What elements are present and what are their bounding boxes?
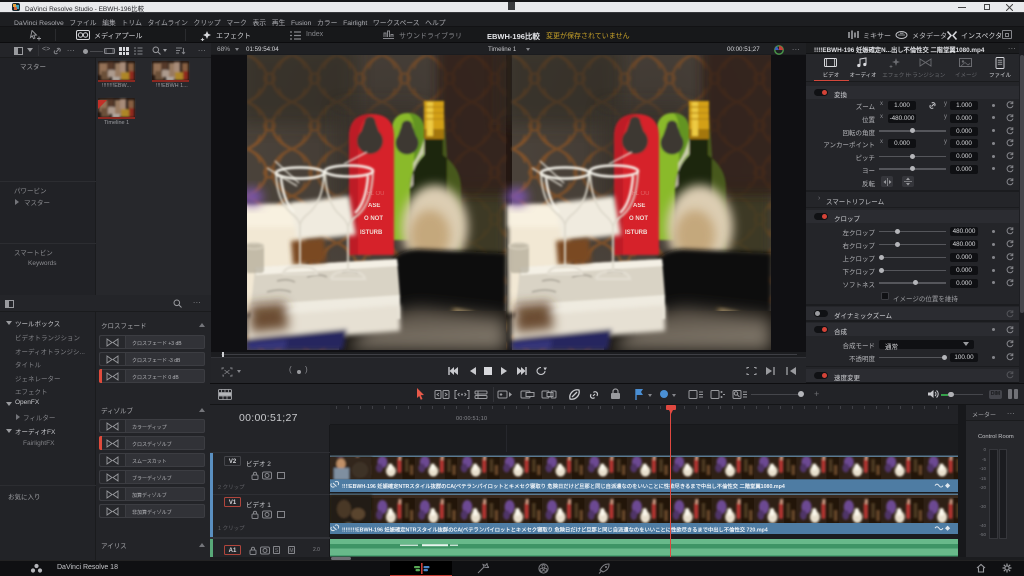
svg-text:!!!!EBWH-196 妊娠確定NTRスタイル抜群のCA(: !!!!EBWH-196 妊娠確定NTRスタイル抜群のCA(ベテランパイロットと… bbox=[342, 482, 785, 490]
svg-text:!!!!!!!!EBWH-196 妊娠確定NTRスタイル抜群: !!!!!!!!EBWH-196 妊娠確定NTRスタイル抜群のCA(ベテランパイ… bbox=[342, 526, 768, 534]
